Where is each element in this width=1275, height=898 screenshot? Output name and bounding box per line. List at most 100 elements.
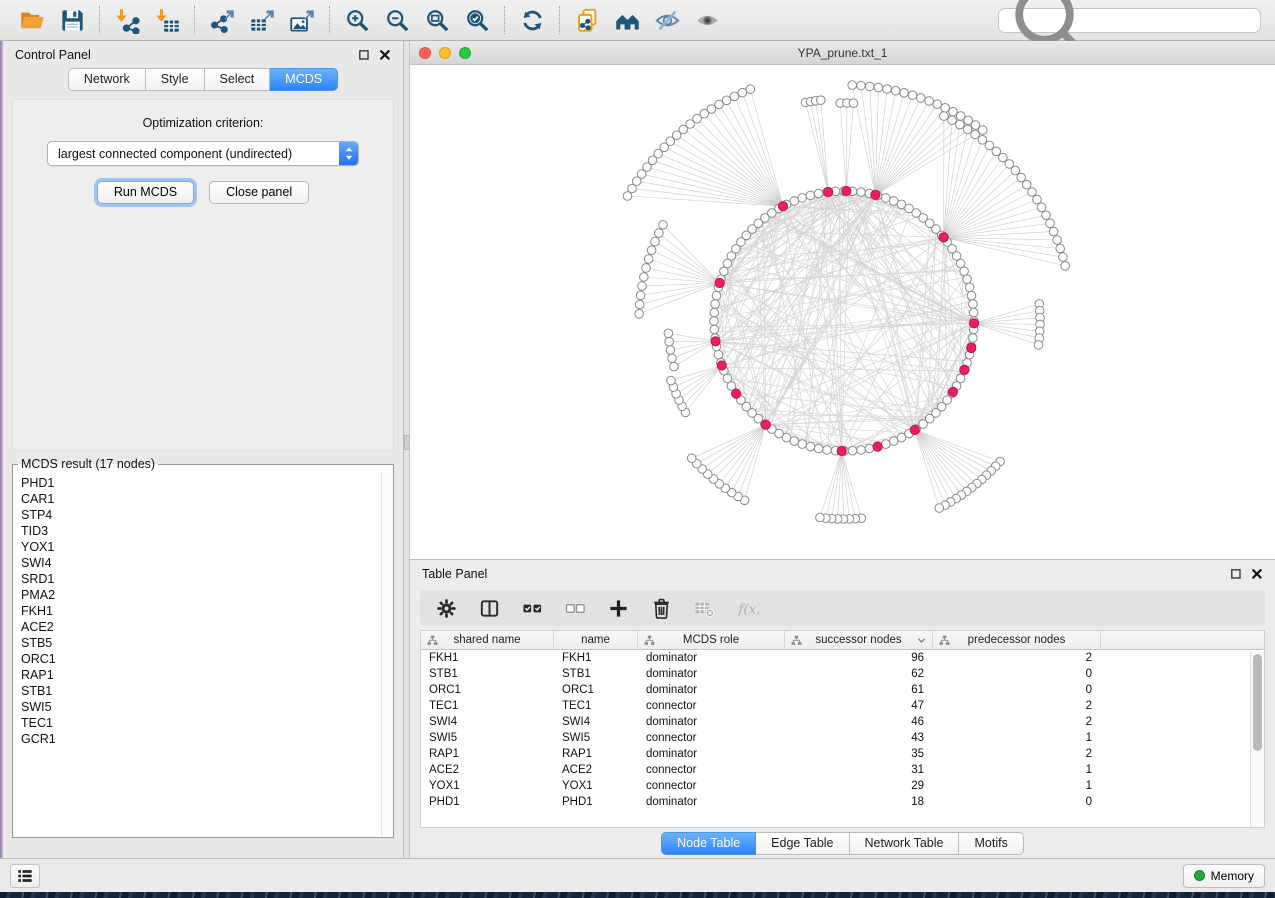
desktop-wallpaper xyxy=(0,892,1275,898)
hide-selected-button[interactable] xyxy=(649,3,685,37)
mcds-result-item[interactable]: TID3 xyxy=(21,523,380,539)
table-cell: 18 xyxy=(785,796,933,808)
first-neighbors-button[interactable] xyxy=(609,3,645,37)
import-network-button[interactable] xyxy=(109,3,145,37)
hierarchy-icon xyxy=(791,635,802,646)
zoom-out-button[interactable] xyxy=(379,3,415,37)
table-row[interactable]: SWI4SWI4dominator462 xyxy=(421,714,1264,730)
minimize-window-button[interactable] xyxy=(439,47,451,59)
table-cell: SWI5 xyxy=(554,732,638,744)
table-cell: PHD1 xyxy=(554,796,638,808)
table-row[interactable]: ACE2ACE2connector311 xyxy=(421,762,1264,778)
refresh-button[interactable] xyxy=(514,3,550,37)
close-panel-button[interactable]: Close panel xyxy=(209,181,309,204)
zoom-selected-button[interactable] xyxy=(459,3,495,37)
tab-network-table[interactable]: Network Table xyxy=(850,832,960,855)
trash-button[interactable] xyxy=(647,594,675,622)
tab-style[interactable]: Style xyxy=(146,68,205,91)
select-all-button[interactable] xyxy=(518,594,546,622)
float-table-panel-icon[interactable] xyxy=(1230,568,1242,580)
tab-motifs[interactable]: Motifs xyxy=(959,832,1023,855)
export-table-button[interactable] xyxy=(244,3,280,37)
optimization-criterion-select[interactable]: largest connected component (undirected) xyxy=(47,141,359,166)
import-table-button[interactable] xyxy=(149,3,185,37)
table-row[interactable]: ORC1ORC1dominator610 xyxy=(421,682,1264,698)
table-cell: STB1 xyxy=(554,668,638,680)
tab-edge-table[interactable]: Edge Table xyxy=(756,832,849,855)
column-header-successor-nodes[interactable]: successor nodes xyxy=(785,631,933,649)
control-panel: Control Panel NetworkStyleSelectMCDS Opt… xyxy=(3,41,404,858)
open-button[interactable] xyxy=(14,3,50,37)
mcds-result-item[interactable]: STP4 xyxy=(21,507,380,523)
save-button[interactable] xyxy=(54,3,90,37)
tab-node-table[interactable]: Node Table xyxy=(661,832,756,855)
table-row[interactable]: SWI5SWI5connector431 xyxy=(421,730,1264,746)
mcds-result-item[interactable]: SRD1 xyxy=(21,571,380,587)
header-filler xyxy=(1101,631,1264,649)
table-row[interactable]: TEC1TEC1connector472 xyxy=(421,698,1264,714)
gear-button[interactable] xyxy=(432,594,460,622)
mcds-result-item[interactable]: GCR1 xyxy=(21,731,380,747)
delete-table-button xyxy=(690,594,718,622)
result-scrollbar[interactable] xyxy=(381,472,392,836)
zoom-window-button[interactable] xyxy=(459,47,471,59)
mcds-result-item[interactable]: ORC1 xyxy=(21,651,380,667)
export-network-button[interactable] xyxy=(204,3,240,37)
table-cell: 2 xyxy=(933,700,1101,712)
mcds-result-item[interactable]: TEC1 xyxy=(21,715,380,731)
table-cell: 2 xyxy=(933,748,1101,760)
table-row[interactable]: FKH1FKH1dominator962 xyxy=(421,650,1264,666)
mcds-result-item[interactable]: SWI4 xyxy=(21,555,380,571)
column-header-MCDS-role[interactable]: MCDS role xyxy=(638,631,785,649)
control-panel-tabs: NetworkStyleSelectMCDS xyxy=(68,68,338,91)
zoom-fit-button[interactable] xyxy=(419,3,455,37)
deselect-all-button[interactable] xyxy=(561,594,589,622)
network-view[interactable] xyxy=(410,65,1275,559)
column-header-predecessor-nodes[interactable]: predecessor nodes xyxy=(933,631,1101,649)
zoom-in-button[interactable] xyxy=(339,3,375,37)
mcds-result-item[interactable]: STB5 xyxy=(21,635,380,651)
search-box[interactable] xyxy=(998,8,1261,33)
mcds-result-item[interactable]: CAR1 xyxy=(21,491,380,507)
scrollbar-thumb[interactable] xyxy=(1253,654,1262,751)
mcds-result-item[interactable]: PHD1 xyxy=(21,475,380,491)
tab-network[interactable]: Network xyxy=(68,68,146,91)
column-header-name[interactable]: name xyxy=(554,631,638,649)
add-button[interactable] xyxy=(604,594,632,622)
mcds-result-item[interactable]: SWI5 xyxy=(21,699,380,715)
mcds-result-item[interactable]: RAP1 xyxy=(21,667,380,683)
mcds-result-item[interactable]: PMA2 xyxy=(21,587,380,603)
search-input[interactable] xyxy=(1098,13,1253,27)
mcds-result-item[interactable]: STB1 xyxy=(21,683,380,699)
status-bar: Memory xyxy=(0,858,1275,892)
column-label: successor nodes xyxy=(815,634,901,646)
memory-button[interactable]: Memory xyxy=(1183,864,1265,888)
first-neighbors-icon xyxy=(614,7,641,34)
hierarchy-icon xyxy=(939,635,950,646)
mcds-result-item[interactable]: ACE2 xyxy=(21,619,380,635)
columns-button[interactable] xyxy=(475,594,503,622)
close-window-button[interactable] xyxy=(419,47,431,59)
close-table-panel-icon[interactable] xyxy=(1251,568,1263,580)
zoom-selected-icon xyxy=(464,7,491,34)
float-panel-icon[interactable] xyxy=(358,49,370,61)
panel-list-button[interactable] xyxy=(10,864,40,888)
table-row[interactable]: RAP1RAP1dominator352 xyxy=(421,746,1264,762)
table-row[interactable]: YOX1YOX1connector291 xyxy=(421,778,1264,794)
tab-mcds[interactable]: MCDS xyxy=(270,68,338,91)
export-image-button[interactable] xyxy=(284,3,320,37)
mcds-result-item[interactable]: FKH1 xyxy=(21,603,380,619)
table-cell: RAP1 xyxy=(421,748,554,760)
column-header-shared-name[interactable]: shared name xyxy=(421,631,554,649)
tab-select[interactable]: Select xyxy=(205,68,271,91)
mcds-result-item[interactable]: YOX1 xyxy=(21,539,380,555)
close-panel-icon[interactable] xyxy=(379,49,391,61)
export-image-icon xyxy=(289,7,316,34)
run-mcds-button[interactable]: Run MCDS xyxy=(97,181,194,204)
show-all-button[interactable] xyxy=(689,3,725,37)
table-scrollbar[interactable] xyxy=(1250,651,1264,827)
network-snapshot-icon xyxy=(574,7,601,34)
table-row[interactable]: STB1STB1dominator620 xyxy=(421,666,1264,682)
table-row[interactable]: PHD1PHD1dominator180 xyxy=(421,794,1264,810)
network-snapshot-button[interactable] xyxy=(569,3,605,37)
